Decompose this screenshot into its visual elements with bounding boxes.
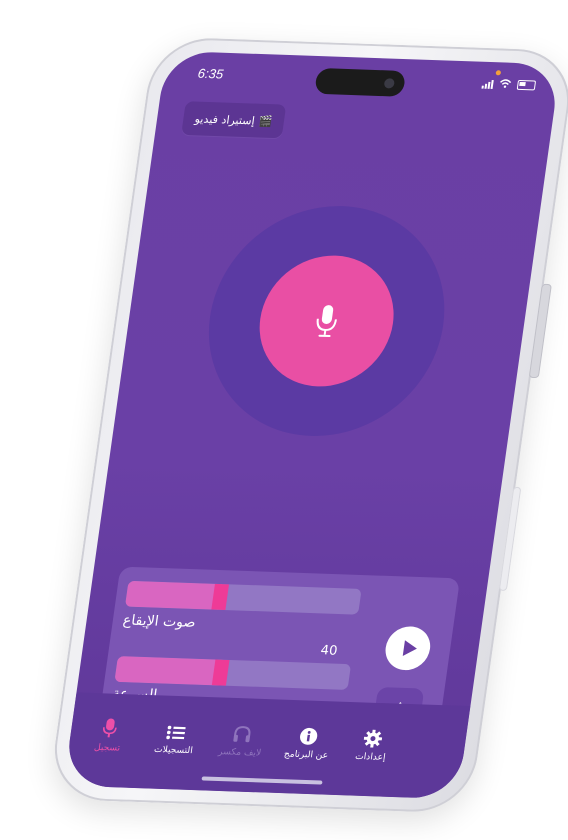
import-video-label: إستيراد فيديو xyxy=(194,111,256,127)
speed-knob[interactable] xyxy=(212,659,230,686)
speed-slider[interactable] xyxy=(114,656,352,690)
signal-icon xyxy=(481,79,494,89)
tab-recordings-label: التسجيلات xyxy=(153,744,194,757)
play-button[interactable] xyxy=(382,625,434,671)
tab-settings-label: إعدادات xyxy=(354,751,387,763)
tab-live-mixer[interactable]: لايف مكسر xyxy=(207,724,276,759)
tab-settings[interactable]: إعدادات xyxy=(337,729,406,764)
dynamic-island xyxy=(314,67,407,97)
microphone-icon xyxy=(103,718,117,738)
battery-icon xyxy=(516,79,537,91)
tab-about[interactable]: عن البرنامج xyxy=(273,726,342,761)
volume-knob[interactable] xyxy=(211,583,229,611)
stage: 6:35 إستيراد فيديو 🎬 صوت الإيقاع 40 تسجي… xyxy=(0,0,568,840)
tab-about-label: عن البرنامج xyxy=(283,749,329,761)
volume-value: 40 xyxy=(319,643,339,659)
privacy-dot-icon xyxy=(495,70,502,76)
tab-live-mixer-label: لايف مكسر xyxy=(217,747,262,759)
tab-record[interactable]: تسجيل xyxy=(74,717,143,754)
home-indicator[interactable] xyxy=(201,776,323,785)
import-video-button[interactable]: إستيراد فيديو 🎬 xyxy=(181,101,287,139)
volume-label: صوت الإيقاع xyxy=(121,612,197,631)
speed-fill xyxy=(114,656,223,686)
volume-fill xyxy=(124,580,222,610)
microphone-icon xyxy=(316,305,337,338)
status-time: 6:35 xyxy=(196,65,225,82)
volume-slider[interactable] xyxy=(124,580,362,615)
status-icons xyxy=(481,70,537,92)
camera-icon xyxy=(383,78,396,89)
phone-device: 6:35 إستيراد فيديو 🎬 صوت الإيقاع 40 تسجي… xyxy=(47,36,568,814)
status-bar: 6:35 xyxy=(161,65,558,103)
info-icon xyxy=(300,727,318,745)
headphones-icon xyxy=(233,726,251,743)
tab-bar: تسجيل التسجيلات لايف مكسر عن البرنامج إع… xyxy=(63,692,471,800)
tab-recordings[interactable]: التسجيلات xyxy=(140,724,209,757)
gear-icon xyxy=(363,729,383,748)
tab-record-label: تسجيل xyxy=(93,742,121,754)
play-icon xyxy=(402,640,418,657)
wifi-icon xyxy=(498,78,512,90)
film-icon: 🎬 xyxy=(257,114,274,128)
list-icon xyxy=(166,725,186,740)
